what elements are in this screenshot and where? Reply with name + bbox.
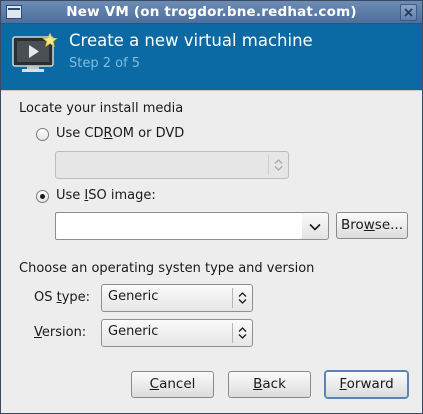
- wizard-header: Create a new virtual machine Step 2 of 5: [1, 24, 422, 90]
- browse-button[interactable]: Browse...: [336, 212, 408, 239]
- cancel-button[interactable]: Cancel: [131, 371, 214, 398]
- version-select[interactable]: Generic: [101, 319, 253, 347]
- back-button[interactable]: Back: [228, 371, 311, 398]
- title-bar[interactable]: New VM (on trogdor.bne.redhat.com): [1, 1, 422, 24]
- iso-path-input[interactable]: [55, 212, 303, 240]
- close-icon: [404, 8, 413, 17]
- iso-path-dropdown-button[interactable]: [302, 212, 329, 240]
- iso-radio-label[interactable]: Use ISO image:: [56, 188, 156, 203]
- os-section-heading: Choose an operating systen type and vers…: [19, 261, 315, 276]
- window-title: New VM (on trogdor.bne.redhat.com): [66, 4, 357, 20]
- combo-arrows-icon: [274, 159, 283, 171]
- combo-arrows-icon: [238, 292, 247, 304]
- iso-radio[interactable]: [36, 190, 49, 203]
- cdrom-device-combo[interactable]: [55, 151, 289, 179]
- close-button[interactable]: [400, 4, 417, 21]
- chevron-down-icon: [309, 223, 321, 231]
- header-divider: [1, 90, 422, 91]
- wizard-step: Step 2 of 5: [69, 56, 141, 71]
- cdrom-radio-label[interactable]: Use CDROM or DVD: [56, 126, 184, 141]
- wizard-heading: Create a new virtual machine: [69, 31, 313, 50]
- os-type-label: OS type:: [34, 290, 91, 305]
- forward-button[interactable]: Forward: [325, 371, 408, 398]
- combo-arrows-icon: [238, 327, 247, 339]
- vm-monitor-icon: [12, 33, 58, 72]
- cdrom-radio[interactable]: [36, 128, 49, 141]
- new-vm-dialog: New VM (on trogdor.bne.redhat.com) Creat…: [0, 0, 423, 414]
- version-label: Version:: [34, 325, 87, 340]
- install-media-heading: Locate your install media: [19, 101, 184, 116]
- os-type-select[interactable]: Generic: [101, 284, 253, 312]
